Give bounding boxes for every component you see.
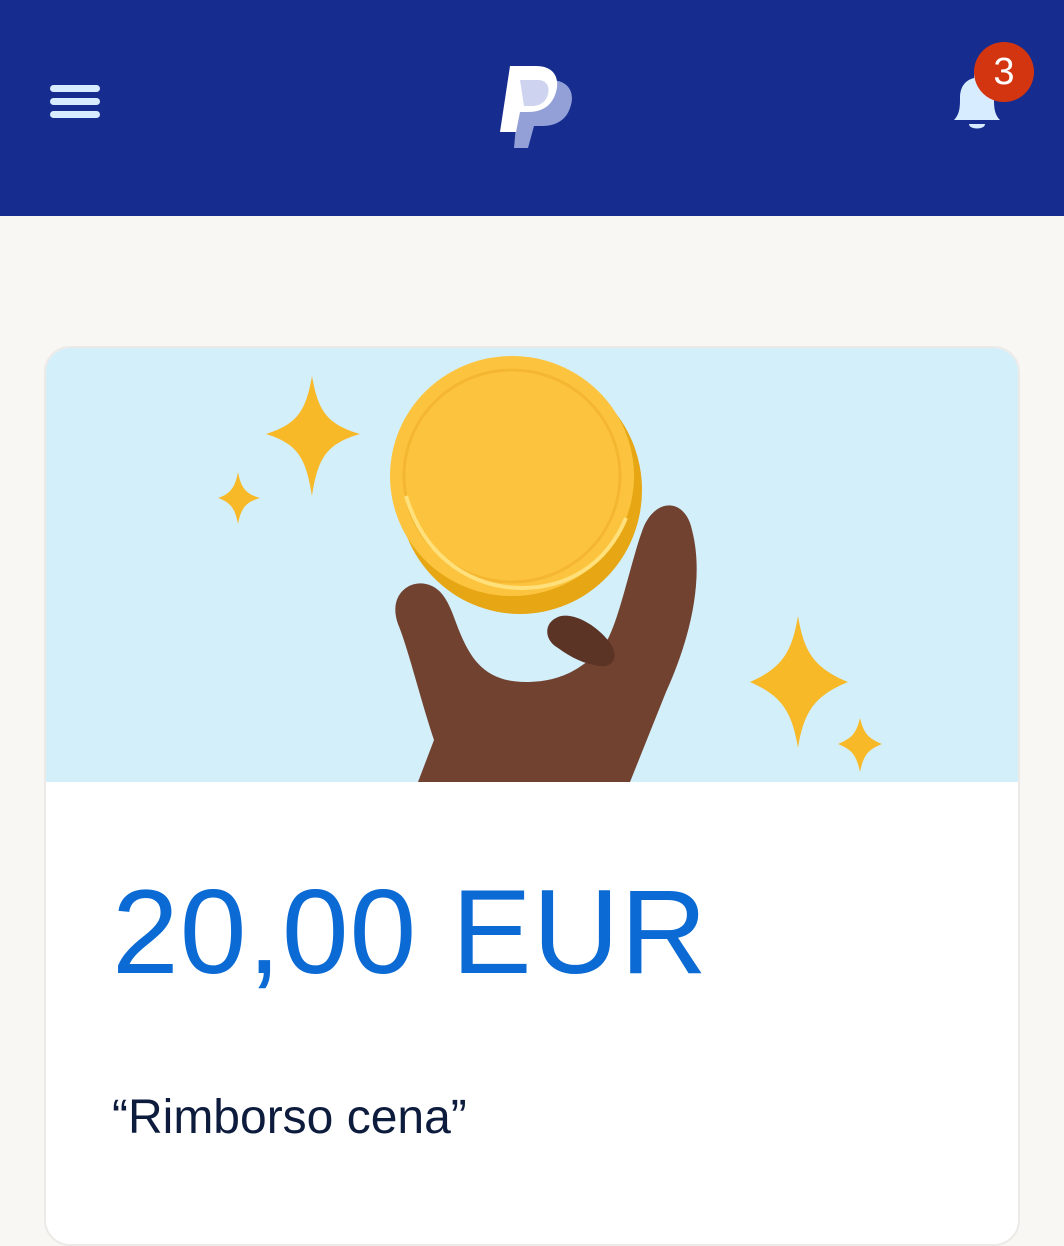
sparkle-icon xyxy=(266,376,360,496)
payment-note: “Rimborso cena” xyxy=(112,1091,467,1144)
menu-button[interactable] xyxy=(40,72,112,132)
notification-count-badge[interactable]: 3 xyxy=(974,42,1034,102)
top-app-bar: 3 xyxy=(0,0,1064,216)
sparkle-icon xyxy=(838,718,882,772)
paypal-logo-icon xyxy=(500,66,572,148)
hand-holding-coin-illustration xyxy=(218,356,882,782)
payment-card: 20,00 EUR “Rimborso cena” xyxy=(44,346,1020,1246)
gold-coin xyxy=(390,356,642,614)
hamburger-menu-icon xyxy=(50,85,100,118)
payment-amount: 20,00 EUR xyxy=(112,865,708,999)
coin-illustration xyxy=(46,348,1018,782)
sparkle-icon xyxy=(750,616,848,748)
sparkle-icon xyxy=(218,472,260,524)
